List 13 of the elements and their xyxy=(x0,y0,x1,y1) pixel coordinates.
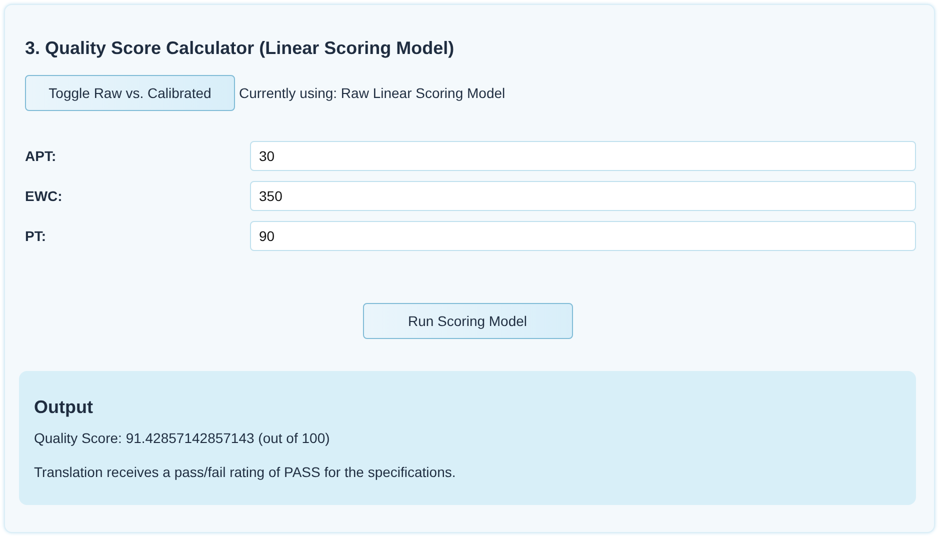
toggle-button[interactable]: Toggle Raw vs. Calibrated xyxy=(25,75,235,111)
input-field[interactable]: 90 xyxy=(250,221,916,251)
input-field[interactable]: 350 xyxy=(250,181,916,211)
field-label: EWC: xyxy=(25,188,64,204)
output-text: Quality Score: 91.42857142857143 (out of 100) xyxy=(34,430,331,446)
input-field[interactable]: 30 xyxy=(250,141,916,171)
section-title: 3. Quality Score Calculator (Linear Scoring Model) xyxy=(25,37,456,60)
output-heading: Output xyxy=(34,397,94,418)
output-text: Translation receives a pass/fail rating of PASS for the specifications. xyxy=(34,464,457,480)
field-label: APT: xyxy=(25,148,58,164)
run-button[interactable]: Run Scoring Model xyxy=(362,303,572,339)
mode-status: Currently using: Raw Linear Scoring Model xyxy=(239,85,506,101)
field-label: PT: xyxy=(25,228,47,244)
